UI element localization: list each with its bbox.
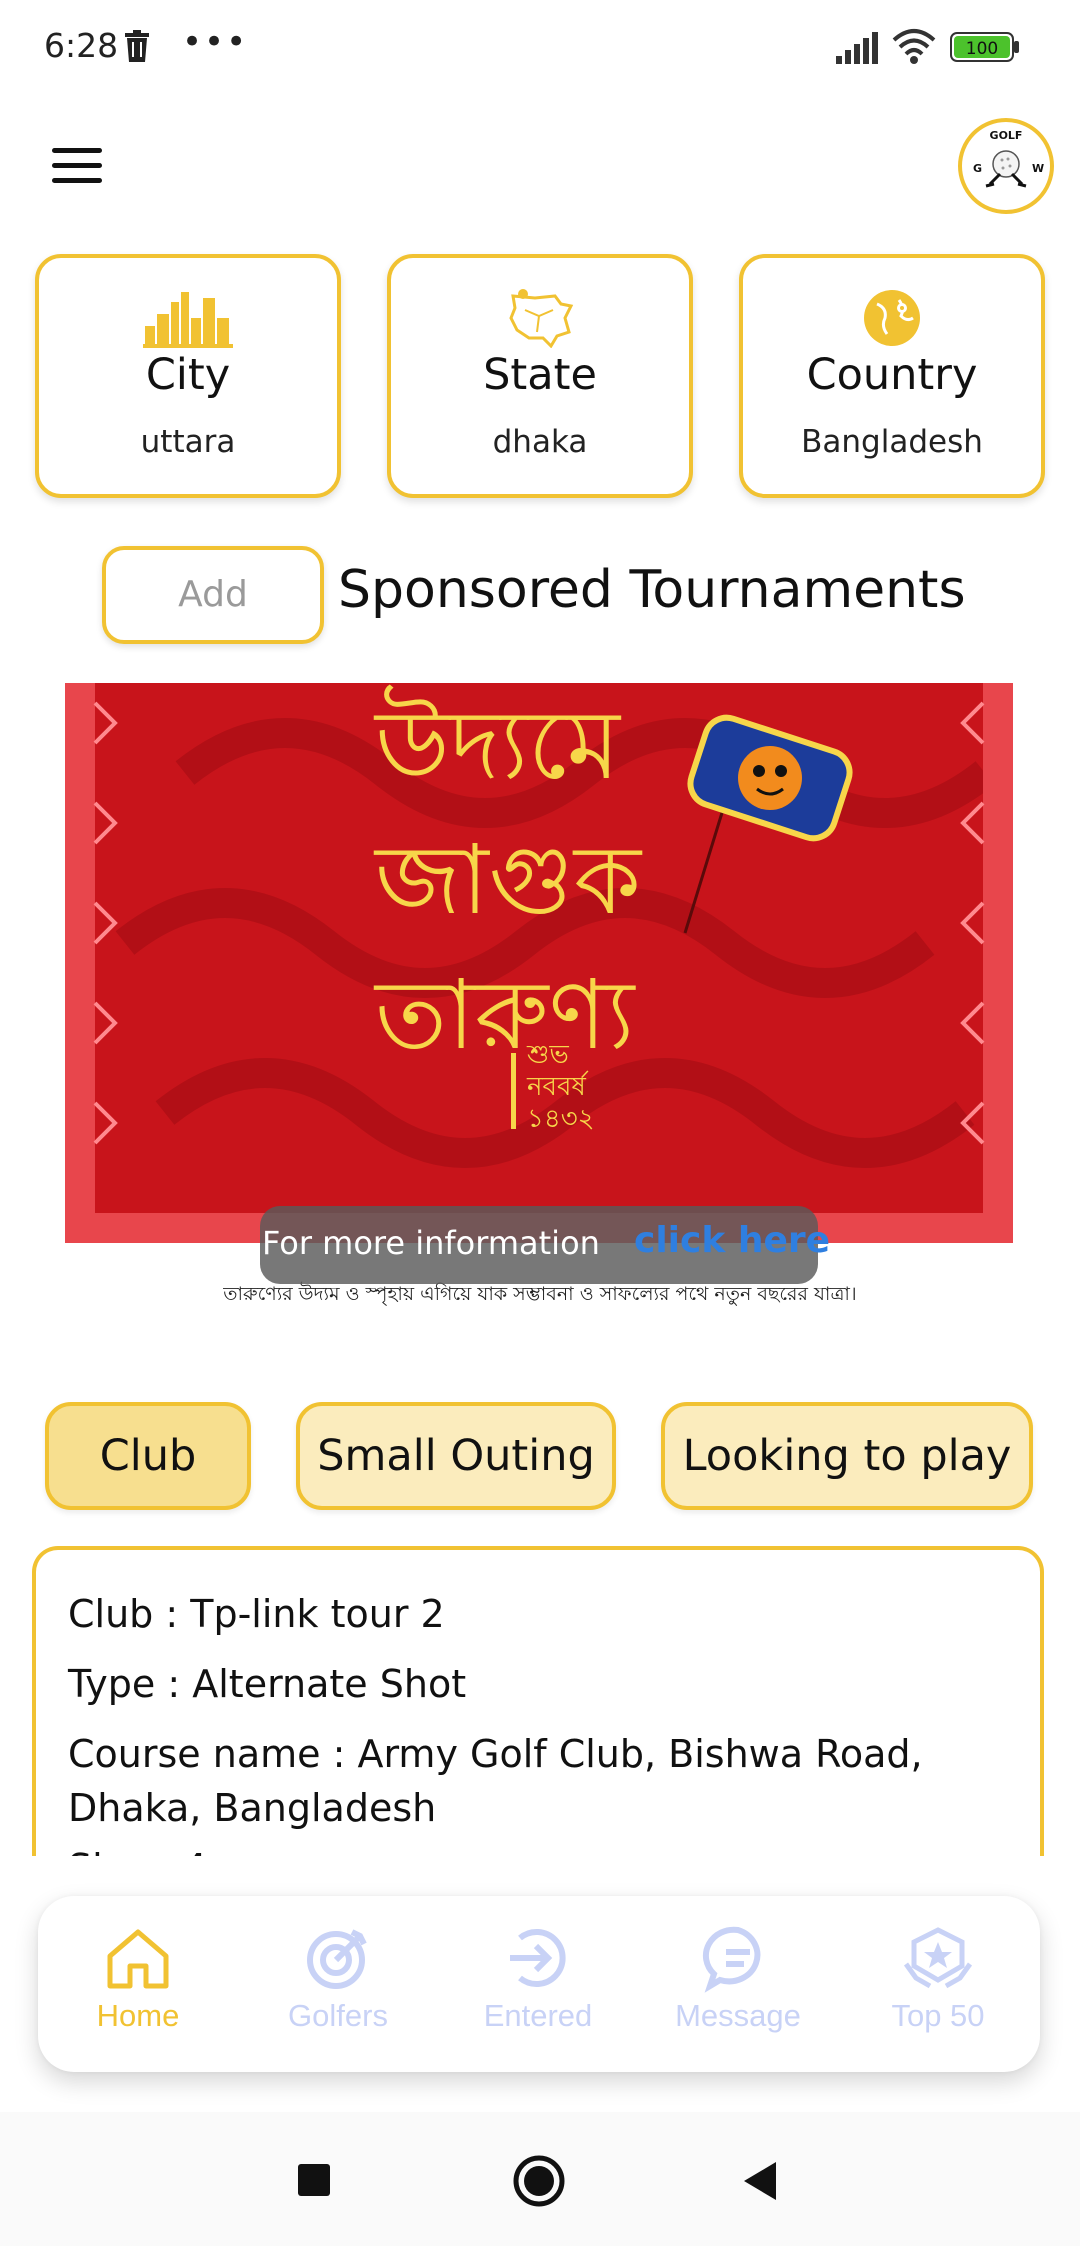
tournament-card[interactable]: Club : Tp-link tour 2 Type : Alternate S…: [32, 1546, 1044, 1856]
country-title: Country: [806, 350, 978, 400]
banner-headline-2: জাগুক: [373, 824, 643, 936]
banner-image: উদ্যমে জাগুক তারুণ্য শুভ নববর্ষ ১৪৩২: [65, 683, 1013, 1243]
city-card[interactable]: City uttara: [35, 254, 341, 498]
add-tournament-button[interactable]: Add: [102, 546, 324, 644]
hamburger-menu-icon[interactable]: [52, 148, 102, 184]
nav-golfers-label: Golfers: [288, 1998, 388, 2033]
enter-icon: [510, 1929, 566, 1987]
state-value: dhaka: [492, 424, 588, 460]
logo-left-letter: G: [973, 162, 982, 175]
nav-entered-label: Entered: [483, 1998, 593, 2033]
battery-level: 100: [966, 39, 998, 59]
more-info-overlay[interactable]: For more information click here: [260, 1206, 830, 1284]
more-info-text: For more information: [262, 1224, 600, 1262]
nav-top-50-label: Top 50: [891, 1998, 985, 2033]
nav-home[interactable]: Home: [48, 1922, 228, 2052]
recents-square-icon[interactable]: [296, 2162, 332, 2198]
more-notifications-icon: •••: [182, 22, 249, 62]
tournament-course-line-2: Dhaka, Bangladesh: [68, 1786, 437, 1830]
city-title: City: [145, 350, 231, 400]
chat-bubble-icon: [702, 1926, 761, 1993]
nav-message[interactable]: Message: [648, 1922, 828, 2052]
state-card[interactable]: State dhaka: [387, 254, 693, 498]
home-icon: [107, 1929, 169, 1989]
banner-greeting-1: শুভ: [526, 1040, 569, 1070]
globe-icon: [864, 290, 920, 346]
city-skyline-icon: [143, 292, 233, 348]
status-bar: 6:28 ••• 100: [0, 0, 1080, 96]
filter-club-chip[interactable]: Club: [45, 1402, 251, 1510]
banner-greeting-2: নববর্ষ: [526, 1071, 589, 1102]
golf-ball-icon: GOLF G W: [964, 124, 1048, 208]
state-map-icon: [509, 289, 574, 348]
tournament-course-line-1: Course name : Army Golf Club, Bishwa Roa…: [68, 1732, 923, 1776]
nav-top-50[interactable]: Top 50: [848, 1922, 1028, 2052]
banner-greeting-3: ১৪৩২: [527, 1104, 595, 1134]
click-here-link[interactable]: click here: [634, 1220, 830, 1261]
back-triangle-icon[interactable]: [742, 2160, 778, 2202]
status-time: 6:28: [44, 26, 119, 65]
tournament-next-line: Size : 4: [68, 1840, 207, 1856]
battery-icon: 100: [950, 32, 1019, 62]
home-circle-icon[interactable]: [512, 2154, 566, 2208]
banner-headline-3: তারুণ্য: [373, 959, 637, 1071]
logo-right-letter: W: [1032, 162, 1044, 175]
nav-golfers[interactable]: Golfers: [248, 1922, 428, 2052]
star-badge-icon: [903, 1927, 973, 1989]
nav-message-label: Message: [675, 1998, 801, 2033]
logo-text: GOLF: [990, 129, 1023, 142]
state-title: State: [483, 350, 597, 400]
banner-headline-1: উদ্যমে: [373, 685, 622, 801]
system-navigation-bar: [0, 2112, 1080, 2246]
filter-looking-to-play-chip[interactable]: Looking to play: [661, 1402, 1033, 1510]
trash-icon: [125, 30, 149, 62]
banner-caption: তারুণ্যের উদ্যম ও স্পৃহায় এগিয়ে যাক সম…: [223, 1283, 857, 1305]
filter-small-outing-chip[interactable]: Small Outing: [296, 1402, 616, 1510]
sponsored-tournaments-title: Sponsored Tournaments: [338, 560, 966, 620]
nav-entered[interactable]: Entered: [448, 1922, 628, 2052]
golf-logo[interactable]: GOLF G W: [958, 118, 1054, 214]
sponsored-banner[interactable]: উদ্যমে জাগুক তারুণ্য শুভ নববর্ষ ১৪৩২: [65, 683, 1013, 1243]
bottom-navigation: Home Golfers Entered Message Top 50: [38, 1896, 1040, 2072]
target-icon: [307, 1929, 367, 1989]
country-card[interactable]: Country Bangladesh: [739, 254, 1045, 498]
wifi-icon: [892, 29, 936, 64]
country-value: Bangladesh: [801, 424, 983, 460]
tournament-type: Type : Alternate Shot: [68, 1662, 467, 1706]
nav-home-label: Home: [96, 1998, 180, 2033]
city-value: uttara: [140, 424, 236, 460]
signal-icon: [836, 32, 878, 64]
tournament-club: Club : Tp-link tour 2: [68, 1592, 445, 1636]
